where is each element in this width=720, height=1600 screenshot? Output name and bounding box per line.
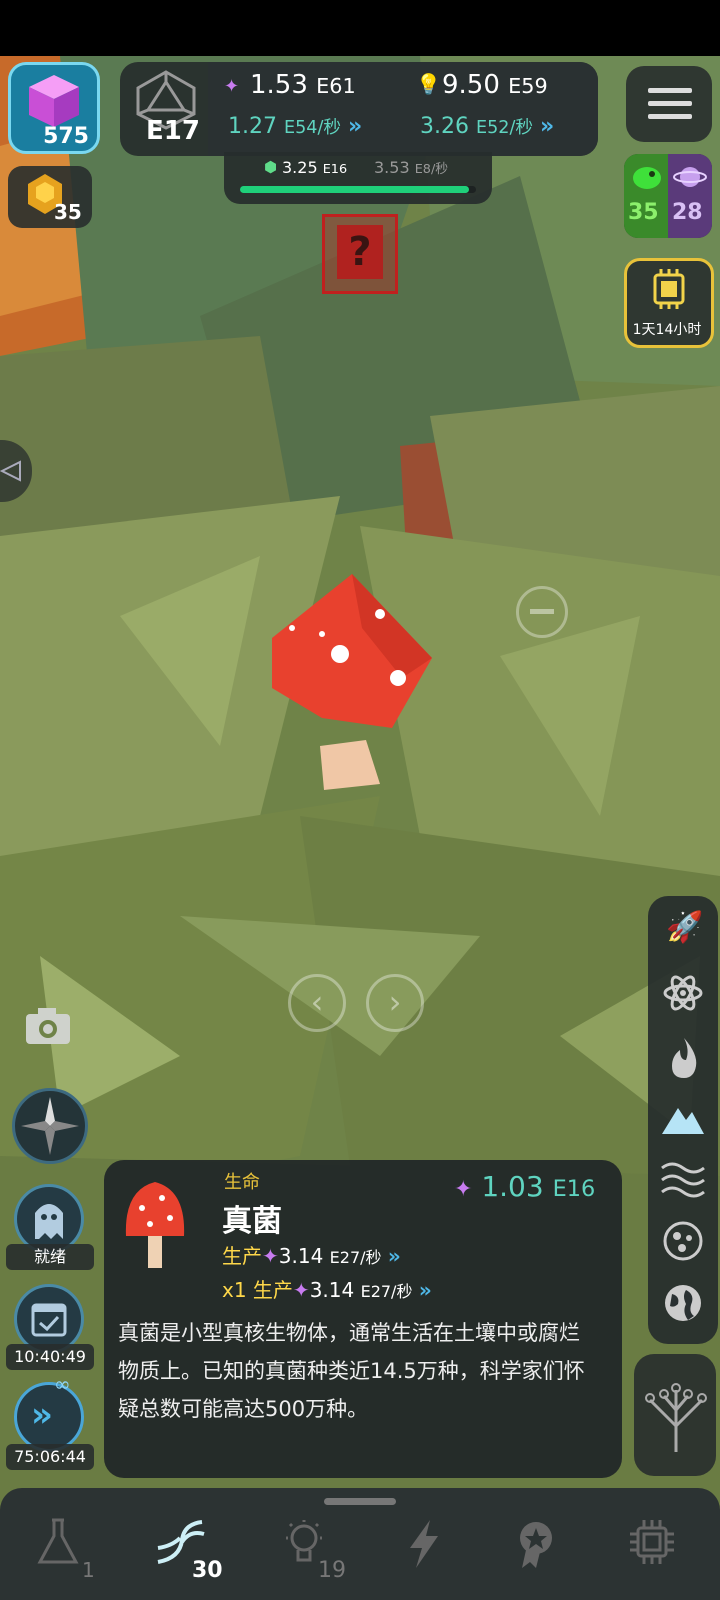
cube-count: 575 [43, 124, 89, 149]
idea-rate: 3.26 E52/秒 » [420, 114, 555, 139]
eye-icon [0, 460, 21, 482]
calendar-timer: 10:40:49 [6, 1344, 94, 1370]
entropy-rate: 1.27 E54/秒 » [228, 114, 363, 139]
chip-timer-button[interactable]: 1天14小时 [624, 258, 714, 348]
infinity-icon: ∞ [54, 1372, 71, 1396]
boost-timer: 75:06:44 [6, 1444, 94, 1470]
tree-icon [645, 1383, 707, 1452]
cube-icon [29, 75, 79, 127]
chip-icon [653, 269, 685, 309]
hamburger-icon [648, 88, 692, 119]
rocket-icon[interactable]: 🚀 [666, 910, 703, 945]
info-card: 生命 真菌 ✦ 1.03 E16 生产✦3.14 E27/秒 » x1 生产✦3… [104, 1160, 622, 1478]
idea-count: 19 [318, 1558, 346, 1583]
dna-count: 30 [192, 1558, 223, 1583]
card-category: 生命 [224, 1172, 260, 1193]
nav-item-award[interactable] [510, 1518, 570, 1594]
entropy-icon: ✦ [224, 76, 240, 97]
nav-item-chip[interactable] [624, 1518, 684, 1594]
honeycomb-button[interactable]: 35 [8, 166, 92, 228]
bottom-nav: 1 30 19 [0, 1488, 720, 1600]
minus-icon [530, 609, 554, 614]
nav-item-lightning[interactable] [398, 1518, 458, 1594]
species-badge[interactable]: 35 28 [624, 154, 712, 238]
planet-section: 28 [668, 154, 712, 238]
category-toolbar: 🚀 [648, 896, 718, 1344]
boost-button[interactable]: » [14, 1382, 84, 1452]
nav-item-flask[interactable]: 1 [28, 1518, 118, 1594]
mystery-box[interactable]: ? [322, 214, 398, 294]
left-drawer-tab[interactable] [0, 440, 32, 502]
nav-item-dna[interactable]: 30 [150, 1518, 240, 1594]
lightning-icon [410, 1520, 438, 1568]
camera-icon[interactable] [24, 1006, 72, 1046]
card-produce-line: 生产✦3.14 E27/秒 » [222, 1244, 401, 1268]
card-produce-multiplier-line: x1 生产✦3.14 E27/秒 » [222, 1278, 432, 1302]
gem-amount: 3.25 E16 [282, 158, 348, 177]
mountain-icon[interactable] [660, 1098, 706, 1138]
card-title: 真菌 [222, 1204, 282, 1239]
cell-icon[interactable] [662, 1220, 704, 1262]
honeycomb-count: 35 [54, 200, 82, 224]
ghost-icon [35, 1204, 63, 1239]
fast-forward-icon: » [31, 1395, 53, 1435]
planet-count: 28 [672, 200, 703, 225]
gem-panel: ⬢ 3.25 E16 3.53 E8/秒 [224, 152, 492, 204]
card-cost: ✦ 1.03 E16 [454, 1170, 596, 1203]
prev-arrow-button[interactable]: ‹ [288, 974, 346, 1032]
planet-icon [673, 167, 707, 187]
next-arrow-button[interactable]: › [366, 974, 424, 1032]
chip-timer-text: 1天14小时 [632, 322, 702, 338]
mushroom-icon [125, 1182, 185, 1268]
atom-icon[interactable] [662, 972, 704, 1014]
mushroom-model[interactable] [262, 568, 462, 798]
entropy-amount: 1.53 E61 [250, 70, 356, 100]
nav-item-idea[interactable]: 19 [276, 1518, 366, 1594]
question-mark-icon: ? [337, 225, 383, 279]
entropy-icon: ✦ [454, 1177, 473, 1202]
drag-handle[interactable] [324, 1498, 396, 1505]
gem-rate: 3.53 E8/秒 [374, 158, 449, 177]
flask-icon [37, 1518, 79, 1564]
dino-count: 35 [628, 200, 659, 225]
idea-amount: 9.50 E59 [442, 70, 548, 100]
gem-icon: ⬢ [264, 158, 278, 176]
fire-icon[interactable] [664, 1036, 704, 1080]
dino-section: 35 [624, 154, 668, 238]
resource-panel: E17 ✦ 1.53 E61 1.27 E54/秒 » 💡 9.50 E59 3… [120, 62, 598, 156]
chip-icon [630, 1520, 674, 1564]
compass-button[interactable] [12, 1088, 88, 1164]
era-label: E17 [146, 116, 200, 146]
gem-progress-track [240, 186, 476, 193]
ghost-status: 就绪 [6, 1244, 94, 1270]
waves-icon[interactable] [660, 1158, 706, 1202]
evolution-tree-button[interactable] [634, 1354, 716, 1476]
dino-icon [633, 167, 661, 189]
cube-currency-button[interactable]: 575 [8, 62, 100, 154]
idea-icon: 💡 [416, 72, 441, 96]
globe-icon[interactable] [662, 1282, 704, 1324]
menu-button[interactable] [626, 66, 712, 142]
zoom-out-button[interactable] [516, 586, 568, 638]
card-description: 真菌是小型真核生物体，通常生活在土壤中或腐烂物质上。已知的真菌种类近14.5万种… [118, 1321, 585, 1421]
calendar-check-icon [31, 1303, 67, 1337]
gem-progress-fill [240, 186, 469, 193]
flask-count: 1 [82, 1558, 95, 1582]
award-icon [520, 1522, 552, 1568]
compass-icon [21, 1097, 79, 1155]
